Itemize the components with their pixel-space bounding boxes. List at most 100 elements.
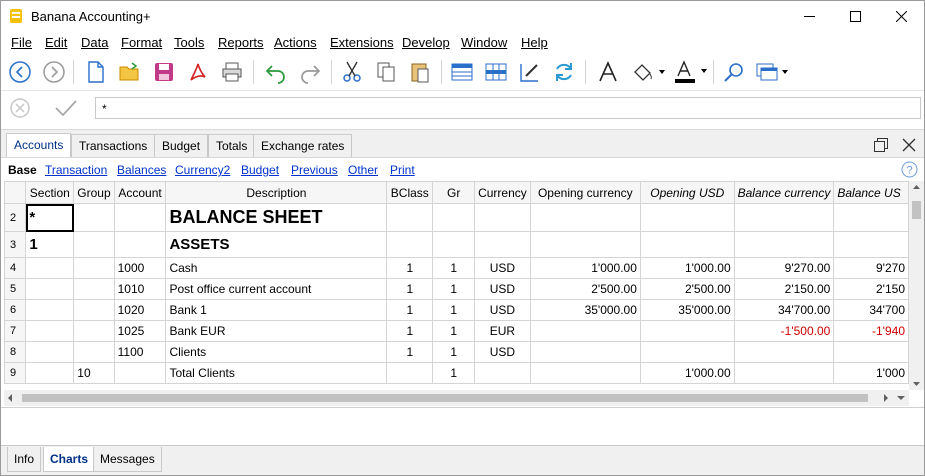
view-balances[interactable]: Balances [117, 163, 166, 177]
menu-window[interactable]: Window [461, 35, 507, 50]
table-cell[interactable] [639, 231, 735, 258]
row-number[interactable]: 9 [4, 362, 27, 384]
table-cell[interactable]: Bank EUR [165, 320, 388, 342]
menu-reports[interactable]: Reports [218, 35, 264, 50]
tab-charts[interactable]: Charts [43, 447, 96, 472]
tab-info[interactable]: Info [7, 447, 42, 472]
table-cell[interactable]: 34'700.00 [733, 299, 835, 321]
table-cell[interactable] [73, 320, 115, 342]
table-cell[interactable] [833, 203, 909, 232]
save-button[interactable] [149, 57, 179, 87]
column-header[interactable]: Account [113, 181, 167, 204]
menu-format[interactable]: Format [121, 35, 162, 50]
recalculate-button[interactable] [549, 57, 579, 87]
tab-accounts[interactable]: Accounts [6, 133, 72, 158]
row-number[interactable]: 6 [4, 299, 27, 321]
table-cell[interactable]: 1 [386, 257, 434, 279]
row-number[interactable]: 5 [4, 278, 27, 300]
row-number[interactable]: 4 [4, 257, 27, 279]
table-cell[interactable] [432, 231, 476, 258]
edit-table-button[interactable] [515, 57, 545, 87]
table-cell[interactable]: 1 [432, 320, 476, 342]
text-color-button[interactable] [671, 57, 711, 87]
new-file-button[interactable] [81, 57, 111, 87]
tab-budget[interactable]: Budget [154, 134, 209, 157]
undo-button[interactable] [261, 57, 291, 87]
vertical-scrollbar[interactable] [909, 181, 924, 390]
table-cell[interactable]: 10 [73, 362, 115, 384]
back-button[interactable] [5, 57, 35, 87]
restore-panel-button[interactable] [872, 136, 890, 154]
table-cell[interactable]: 1'000 [833, 362, 909, 384]
table-cell[interactable] [833, 341, 909, 363]
font-button[interactable] [593, 57, 623, 87]
table-cell[interactable]: 1 [432, 341, 476, 363]
table-cell[interactable]: USD [474, 257, 531, 279]
close-button[interactable] [878, 1, 924, 32]
cell-content-input[interactable]: * [95, 97, 921, 119]
table-cell[interactable]: 1 [386, 299, 434, 321]
maximize-button[interactable] [832, 1, 878, 32]
table-cell[interactable]: 34'700 [833, 299, 909, 321]
row-number[interactable]: 2 [4, 203, 27, 232]
window-layout-button[interactable] [753, 57, 793, 87]
table-cell[interactable]: USD [474, 341, 531, 363]
table-cell[interactable] [733, 231, 835, 258]
help-button[interactable]: ? [901, 161, 918, 178]
column-header[interactable]: Description [165, 181, 388, 204]
table-cell-negative[interactable]: -1'940 [833, 320, 909, 342]
table-cell[interactable]: BALANCE SHEET [165, 203, 388, 232]
table-cell[interactable] [25, 278, 75, 300]
table-cell[interactable]: Post office current account [165, 278, 388, 300]
column-header[interactable]: Currency [474, 181, 531, 204]
menu-edit[interactable]: Edit [45, 35, 67, 50]
tab-exchange-rates[interactable]: Exchange rates [253, 134, 353, 157]
table-cell[interactable] [639, 203, 735, 232]
find-button[interactable] [719, 57, 749, 87]
table-cell[interactable] [833, 231, 909, 258]
column-header[interactable]: Balance US [833, 181, 909, 204]
table-cell[interactable]: 1 [432, 362, 476, 384]
view-base[interactable]: Base [8, 163, 37, 177]
table-cell[interactable]: Bank 1 [165, 299, 388, 321]
table-cell[interactable] [73, 231, 115, 258]
menu-actions[interactable]: Actions [274, 35, 317, 50]
table-cell[interactable]: 1 [386, 320, 434, 342]
view-previous[interactable]: Previous [291, 163, 338, 177]
table-cell[interactable]: USD [474, 278, 531, 300]
table-cell[interactable]: 35'000.00 [529, 299, 641, 321]
table-cell[interactable] [529, 320, 641, 342]
horizontal-scrollbar[interactable] [4, 390, 909, 406]
table-cell[interactable] [113, 203, 167, 232]
table-cell[interactable] [639, 320, 735, 342]
table-cell[interactable]: 1 [25, 231, 75, 258]
menu-develop[interactable]: Develop [402, 35, 450, 50]
view-currency2[interactable]: Currency2 [175, 163, 230, 177]
table-cell[interactable]: Cash [165, 257, 388, 279]
confirm-edit-button[interactable] [53, 97, 79, 119]
view-other[interactable]: Other [348, 163, 378, 177]
table-cell[interactable]: 1010 [113, 278, 167, 300]
column-header[interactable]: Opening currency [529, 181, 641, 204]
table-cell[interactable] [386, 231, 434, 258]
view-print[interactable]: Print [390, 163, 415, 177]
view-transaction[interactable]: Transaction [45, 163, 107, 177]
table-cell[interactable] [733, 362, 835, 384]
fill-color-button[interactable] [629, 57, 669, 87]
pdf-export-button[interactable] [183, 57, 213, 87]
table-cell[interactable] [113, 362, 167, 384]
tab-transactions[interactable]: Transactions [71, 134, 156, 157]
table-cell[interactable] [529, 203, 641, 232]
table-cell[interactable] [386, 362, 434, 384]
tab-totals[interactable]: Totals [208, 134, 256, 157]
menu-extensions[interactable]: Extensions [330, 35, 394, 50]
table-cell[interactable]: 1025 [113, 320, 167, 342]
open-file-button[interactable] [115, 57, 145, 87]
minimize-button[interactable] [786, 1, 832, 32]
table-cell[interactable] [73, 257, 115, 279]
table-cell[interactable]: 1 [386, 341, 434, 363]
menu-tools[interactable]: Tools [174, 35, 204, 50]
table-cell[interactable]: 2'150 [833, 278, 909, 300]
table-cell-negative[interactable]: -1'500.00 [733, 320, 835, 342]
column-header[interactable]: Section [25, 181, 75, 204]
